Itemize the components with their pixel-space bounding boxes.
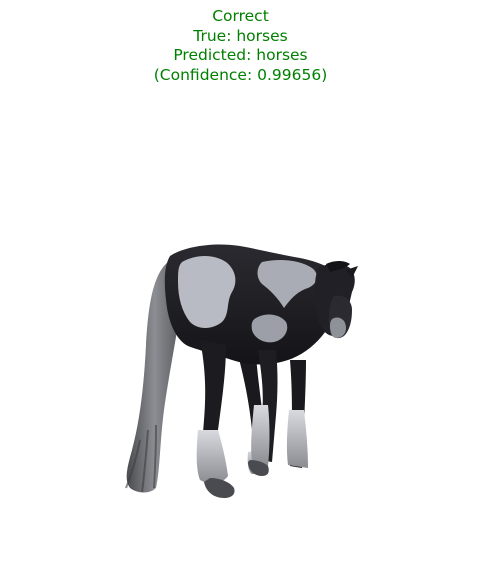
- prediction-title: Correct True: horses Predicted: horses (…: [0, 7, 481, 85]
- confidence-label: (Confidence: 0.99656): [153, 65, 328, 84]
- figure: { "title": { "status": "Correct", "true_…: [0, 0, 481, 566]
- true-label: True: horses: [193, 26, 288, 45]
- predicted-label: Predicted: horses: [173, 46, 308, 64]
- sock-near-hind: [196, 430, 228, 484]
- sock-far-front: [286, 410, 308, 468]
- image-panel: [0, 100, 481, 566]
- horse-illustration: [125, 244, 358, 498]
- status-label: Correct: [212, 7, 269, 25]
- sock-near-front: [251, 405, 270, 466]
- hoof-near-hind: [204, 478, 235, 498]
